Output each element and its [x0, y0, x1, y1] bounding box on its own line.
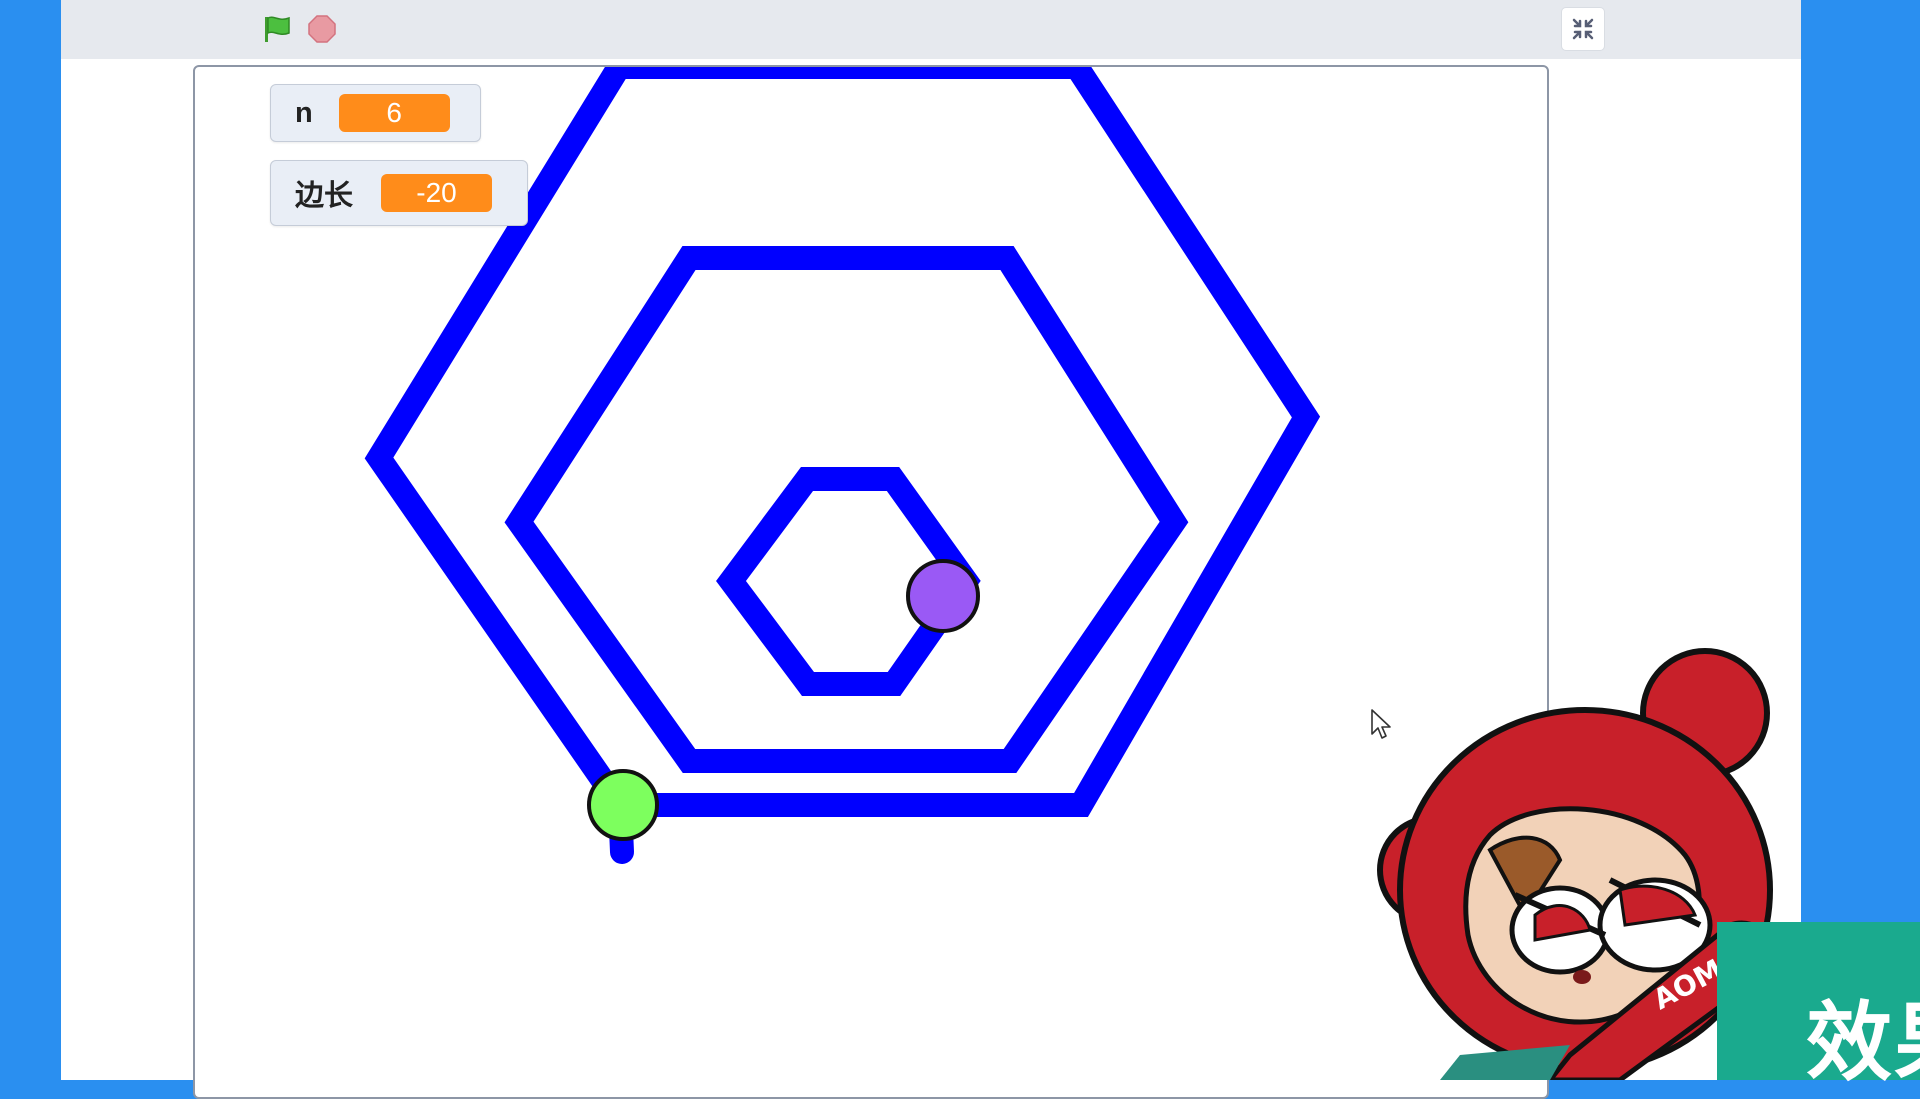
- variable-monitor-value: 6: [338, 94, 450, 132]
- stage-toolbar: [61, 0, 1801, 59]
- corner-banner-text: 效果: [1806, 993, 1920, 1093]
- green-flag-icon[interactable]: [262, 14, 292, 44]
- shrink-stage-icon: [1572, 18, 1594, 40]
- center-sprite: [906, 559, 980, 633]
- pen-sprite: [587, 769, 659, 841]
- variable-monitor-label: n: [295, 96, 313, 129]
- variable-monitor-label: 边长: [295, 180, 354, 212]
- variable-monitor-n[interactable]: n 6: [270, 84, 481, 142]
- variable-monitor-value: -20: [381, 174, 493, 212]
- shrink-stage-button[interactable]: [1562, 8, 1604, 50]
- variable-monitor-side-length[interactable]: 边长 -20: [270, 160, 528, 226]
- stop-icon[interactable]: [308, 15, 336, 43]
